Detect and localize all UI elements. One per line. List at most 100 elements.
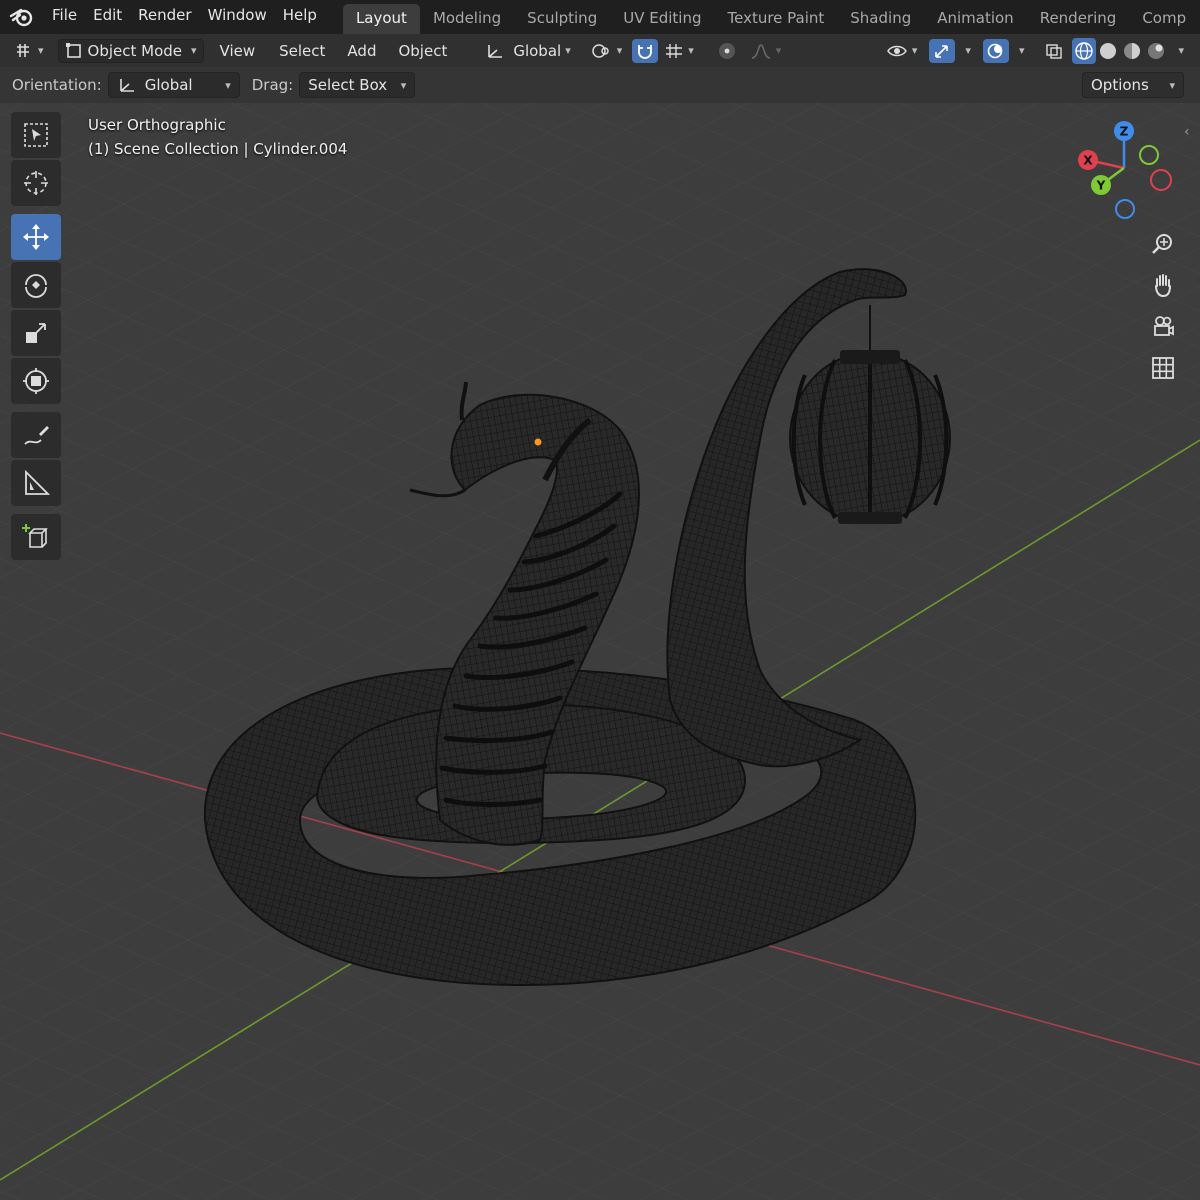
tool-add-cube[interactable] — [11, 514, 61, 560]
gizmo-toggle[interactable] — [929, 38, 956, 63]
tool-scale[interactable] — [11, 310, 61, 356]
tool-measure[interactable] — [11, 460, 61, 506]
view-menu[interactable]: View — [214, 39, 262, 63]
orientation-value: Global — [144, 76, 193, 94]
mode-dropdown[interactable]: Object Mode ▾ — [57, 38, 204, 63]
material-sphere-icon — [1124, 42, 1141, 59]
tool-transform[interactable] — [11, 358, 61, 404]
eye-icon — [886, 45, 907, 56]
pivot-icon — [591, 43, 609, 58]
lantern-mesh[interactable] — [789, 350, 951, 524]
grid-lines-b — [0, 103, 1200, 1200]
transform-icon — [23, 368, 49, 394]
transform-orientation-label: Global — [513, 41, 562, 60]
drag-dropdown[interactable]: Select Box ▾ — [299, 72, 416, 98]
tab-texture-paint[interactable]: Texture Paint — [714, 4, 837, 34]
object-mode-icon — [65, 42, 81, 58]
pan-button[interactable] — [1142, 267, 1184, 303]
drag-value: Select Box — [308, 76, 388, 94]
proportional-edit-toggle[interactable] — [710, 39, 744, 63]
gizmo-y-label: Y — [1096, 179, 1106, 193]
select-box-icon — [24, 123, 48, 147]
tab-animation[interactable]: Animation — [924, 4, 1026, 34]
transform-orientation-dropdown[interactable]: Global ▾ — [479, 39, 576, 63]
top-bar: File Edit Render Window Help Layout Mode… — [0, 0, 1200, 34]
falloff-button[interactable]: ▾ — [744, 39, 788, 63]
options-label: Options — [1091, 76, 1149, 94]
menu-render[interactable]: Render — [130, 0, 199, 34]
shading-solid-button[interactable] — [1096, 39, 1120, 63]
orientation-label: Orientation: — [12, 76, 102, 94]
wireframe-sphere-icon — [1075, 41, 1094, 60]
gizmo-dropdown[interactable]: ▾ — [955, 39, 977, 63]
zoom-button[interactable] — [1142, 226, 1184, 262]
menu-edit[interactable]: Edit — [85, 0, 130, 34]
menu-help[interactable]: Help — [275, 0, 325, 34]
snap-toggle[interactable] — [632, 38, 659, 63]
tab-layout[interactable]: Layout — [342, 4, 420, 34]
menu-file[interactable]: File — [44, 0, 85, 34]
pivot-point-button[interactable]: ▾ — [585, 39, 629, 63]
mode-label: Object Mode — [87, 41, 183, 60]
shading-rendered-button[interactable] — [1144, 39, 1168, 63]
snap-target-button[interactable]: ▾ — [658, 39, 700, 63]
overlay-dropdown[interactable]: ▾ — [1009, 39, 1031, 63]
origin-point — [534, 438, 542, 446]
orientation-dropdown[interactable]: Global ▾ — [107, 72, 240, 98]
collection-info: (1) Scene Collection | Cylinder.004 — [88, 140, 348, 158]
tool-move[interactable] — [11, 214, 61, 260]
grid-icon — [1152, 357, 1174, 379]
overlay-toggle[interactable] — [982, 38, 1009, 63]
chevron-down-icon: ▾ — [225, 78, 231, 92]
tab-rendering[interactable]: Rendering — [1027, 4, 1130, 34]
rotate-icon — [25, 274, 47, 298]
view-name: User Orthographic — [88, 116, 226, 134]
menu-window[interactable]: Window — [200, 0, 275, 34]
visibility-button[interactable]: ▾ — [880, 39, 924, 63]
tool-select-box[interactable] — [11, 112, 61, 158]
xray-toggle[interactable] — [1038, 39, 1070, 63]
add-cube-icon — [22, 524, 48, 548]
sidebar-toggle-icon[interactable]: ‹ — [1184, 124, 1190, 140]
options-dropdown[interactable]: Options ▾ — [1082, 72, 1184, 98]
camera-view-button[interactable] — [1142, 308, 1184, 344]
gizmo-arrows-icon — [935, 44, 949, 58]
editor-type-icon — [17, 43, 29, 57]
add-menu[interactable]: Add — [341, 39, 382, 63]
shading-material-button[interactable] — [1120, 39, 1144, 63]
hand-icon — [1155, 274, 1171, 298]
rendered-sphere-icon — [1148, 42, 1165, 59]
editor-type-button[interactable]: ▾ — [8, 39, 50, 63]
tool-rotate[interactable] — [11, 262, 61, 308]
solid-sphere-icon — [1100, 42, 1117, 59]
xray-icon — [1046, 43, 1063, 59]
object-menu[interactable]: Object — [392, 39, 453, 63]
tab-uv-editing[interactable]: UV Editing — [610, 4, 714, 34]
drag-label: Drag: — [251, 76, 294, 94]
snap-grid-icon — [666, 43, 683, 58]
chevron-down-icon: ▾ — [1169, 78, 1175, 92]
select-menu[interactable]: Select — [273, 39, 331, 63]
measure-icon — [25, 469, 51, 495]
shading-wireframe-button[interactable] — [1072, 37, 1097, 64]
annotate-icon — [24, 426, 49, 445]
3d-viewport[interactable]: Z X Y — [0, 103, 1200, 1200]
workspace-tabs: Layout Modeling Sculpting UV Editing Tex… — [342, 0, 1199, 34]
viewport-canvas[interactable]: Z X Y — [0, 103, 1200, 1200]
tab-shading[interactable]: Shading — [837, 4, 924, 34]
blender-logo-icon[interactable] — [0, 0, 44, 34]
toggle-perspective-button[interactable] — [1142, 350, 1184, 386]
tool-cursor[interactable] — [11, 160, 61, 206]
tab-modeling[interactable]: Modeling — [420, 4, 514, 34]
proportional-edit-icon — [718, 42, 735, 59]
snap-magnet-icon — [638, 44, 653, 59]
tab-sculpting[interactable]: Sculpting — [514, 4, 610, 34]
tool-annotate[interactable] — [11, 412, 61, 458]
tool-settings-bar: Orientation: Global ▾ Drag: Select Box ▾ O… — [0, 67, 1200, 103]
tab-compositing[interactable]: Comp — [1129, 4, 1199, 34]
shading-dropdown[interactable]: ▾ — [1168, 39, 1190, 63]
falloff-curve-icon — [751, 43, 770, 59]
left-toolbar — [11, 112, 63, 562]
gizmo-x-label: X — [1083, 154, 1093, 168]
move-icon — [23, 224, 49, 250]
